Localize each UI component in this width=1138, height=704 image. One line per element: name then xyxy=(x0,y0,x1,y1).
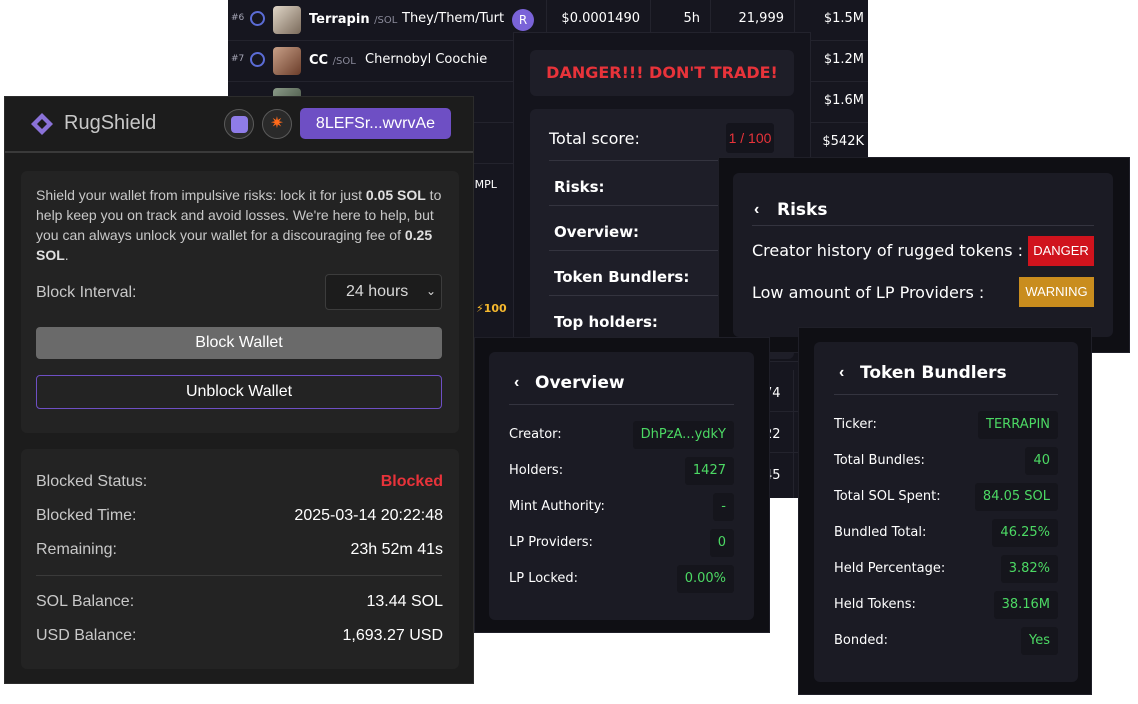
chain-icon xyxy=(250,52,265,67)
bundler-label: Held Percentage: xyxy=(834,561,946,576)
status-card: Blocked Status: Blocked Blocked Time: 20… xyxy=(21,449,459,669)
total-bundles-value: 40 xyxy=(1025,447,1058,475)
bundler-label: Bonded: xyxy=(834,633,888,648)
blocked-time-value: 2025-03-14 20:22:48 xyxy=(294,507,443,524)
bundler-label: Bundled Total: xyxy=(834,525,927,540)
bundlers-card: ‹ Token Bundlers Ticker: TERRAPIN Total … xyxy=(814,342,1078,682)
bundlers-panel: ‹ Token Bundlers Ticker: TERRAPIN Total … xyxy=(799,328,1091,694)
overview-label: Mint Authority: xyxy=(509,499,605,514)
section-bundlers-link[interactable]: Token Bundlers: xyxy=(554,268,689,286)
bundler-label: Ticker: xyxy=(834,417,877,432)
status-label: Blocked Status: xyxy=(36,473,148,490)
token-symbol: Terrapin /SOL xyxy=(309,12,398,27)
select-value: 24 hours xyxy=(346,283,409,300)
mcap-cell: $1.6M xyxy=(823,93,864,108)
app-title: RugShield xyxy=(64,112,157,134)
chain-icon xyxy=(250,11,265,26)
txns-cell: 21,999 xyxy=(738,11,785,26)
warning-badge: WARNING xyxy=(1019,277,1094,307)
mcap-cell: $1.5M xyxy=(823,11,864,26)
chevron-down-icon: ⌄ xyxy=(426,284,437,298)
bundler-label: Held Tokens: xyxy=(834,597,916,612)
holders-value: 1427 xyxy=(684,457,734,485)
bonded-value: Yes xyxy=(1021,627,1058,655)
risks-panel: ‹ Risks Creator history of rugged tokens… xyxy=(719,158,1129,352)
sol-balance-value: 13.44 SOL xyxy=(366,593,444,610)
danger-banner: DANGER!!! DON'T TRADE! xyxy=(530,50,794,96)
divider xyxy=(36,575,442,576)
bundler-label: Total Bundles: xyxy=(834,453,925,468)
token-symbol: CC /SOL xyxy=(309,53,356,68)
overview-label: Holders: xyxy=(509,463,564,478)
status-label: Blocked Time: xyxy=(36,507,137,524)
bundlers-title: Token Bundlers xyxy=(860,363,1007,383)
risks-title: Risks xyxy=(777,200,828,220)
rugshield-panel: RugShield ✷ 8LEFSr...wvrvAe Shield your … xyxy=(4,96,474,684)
overview-title: Overview xyxy=(535,373,625,393)
lp-locked-value: 0.00% xyxy=(676,565,734,593)
balance-label: SOL Balance: xyxy=(36,593,135,610)
balance-label: USD Balance: xyxy=(36,627,137,644)
ticker-value: TERRAPIN xyxy=(978,411,1058,439)
overview-card: ‹ Overview Creator: DhPzA...ydkY Holders… xyxy=(489,352,754,620)
phantom-wallet-button[interactable] xyxy=(224,109,254,139)
description-text: Shield your wallet from impulsive risks:… xyxy=(36,187,442,263)
overview-label: Creator: xyxy=(509,427,562,442)
back-chevron-icon[interactable]: ‹ xyxy=(754,201,759,219)
usd-balance-value: 1,693.27 USD xyxy=(342,627,443,644)
age-cell: 5h xyxy=(683,11,700,26)
token-name: Chernobyl Coochie xyxy=(365,52,488,67)
wallet-address-button[interactable]: 8LEFSr...wvrvAe xyxy=(300,108,451,139)
bundled-total-value: 46.25% xyxy=(992,519,1058,547)
mcap-cell: $1.2M xyxy=(823,52,864,67)
mcap-cell: $542K xyxy=(822,134,864,149)
block-wallet-button[interactable]: Block Wallet xyxy=(36,327,442,359)
token-badge: R xyxy=(512,9,534,31)
risk-label: Low amount of LP Providers : xyxy=(752,283,985,302)
score-label: ⚡100 xyxy=(476,302,507,315)
sol-spent-value: 84.05 SOL xyxy=(974,483,1058,511)
rank-label: #7 xyxy=(231,54,245,64)
risk-label: Creator history of rugged tokens : xyxy=(752,241,1024,260)
section-risks-link[interactable]: Risks: xyxy=(554,178,605,196)
price-cell: $0.0001490 xyxy=(561,11,640,26)
total-score-label: Total score: xyxy=(549,129,640,148)
block-interval-select[interactable]: 24 hours ⌄ xyxy=(325,274,442,310)
unblock-wallet-button[interactable]: Unblock Wallet xyxy=(36,375,442,409)
rugshield-header: RugShield ✷ 8LEFSr...wvrvAe xyxy=(5,97,473,153)
creator-value[interactable]: DhPzA...ydkY xyxy=(632,421,734,449)
section-overview-link[interactable]: Overview: xyxy=(554,223,639,241)
mint-authority-value: - xyxy=(713,493,734,521)
overview-label: LP Providers: xyxy=(509,535,593,550)
block-interval-label: Block Interval: xyxy=(36,284,137,301)
back-chevron-icon[interactable]: ‹ xyxy=(514,374,519,392)
held-percentage-value: 3.82% xyxy=(1000,555,1058,583)
solflare-icon[interactable]: ✷ xyxy=(262,109,292,139)
back-chevron-icon[interactable]: ‹ xyxy=(839,364,844,382)
lp-providers-value: 0 xyxy=(709,529,734,557)
overview-label: LP Locked: xyxy=(509,571,579,586)
overview-panel: ‹ Overview Creator: DhPzA...ydkY Holders… xyxy=(475,338,769,632)
token-avatar xyxy=(273,47,301,75)
block-card: Shield your wallet from impulsive risks:… xyxy=(21,171,459,433)
rank-label: #6 xyxy=(231,13,245,23)
section-holders-link[interactable]: Top holders: xyxy=(554,313,658,331)
held-tokens-value: 38.16M xyxy=(993,591,1058,619)
total-score-value: 1 / 100 xyxy=(726,123,774,153)
risks-card: ‹ Risks Creator history of rugged tokens… xyxy=(733,173,1113,337)
token-avatar xyxy=(273,6,301,34)
shield-logo-icon xyxy=(29,111,55,137)
remaining-value: 23h 52m 41s xyxy=(350,541,443,558)
phantom-icon xyxy=(231,116,248,133)
blocked-status-value: Blocked xyxy=(380,473,443,490)
status-label: Remaining: xyxy=(36,541,117,558)
danger-badge: DANGER xyxy=(1028,236,1094,266)
bundler-label: Total SOL Spent: xyxy=(834,489,941,504)
token-name: They/Them/Turt xyxy=(402,11,505,26)
